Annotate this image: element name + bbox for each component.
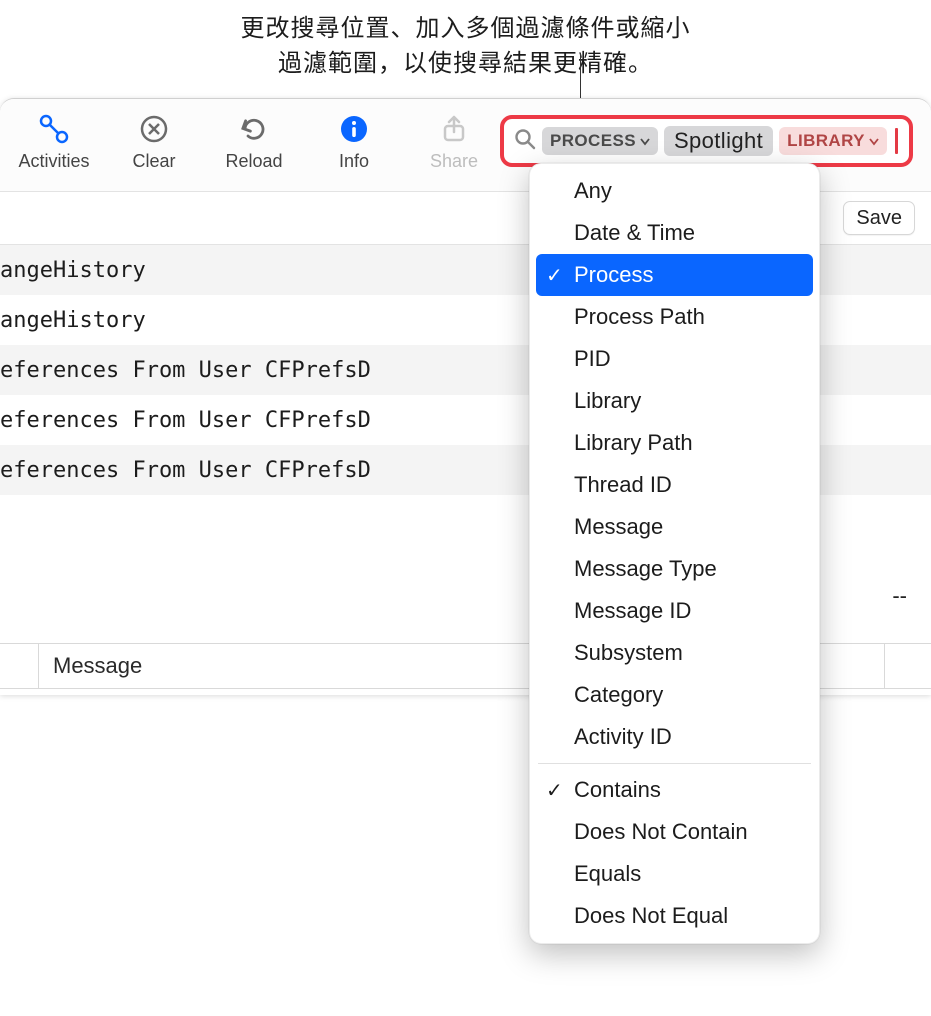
- menu-item-label: Activity ID: [574, 724, 672, 750]
- filter-token-field[interactable]: PROCESS: [542, 127, 658, 155]
- menu-item-label: Thread ID: [574, 472, 672, 498]
- menu-item[interactable]: ✓ Contains: [536, 769, 813, 811]
- activities-button[interactable]: Activities: [18, 111, 90, 172]
- menu-item-label: Date & Time: [574, 220, 695, 246]
- activities-icon: [36, 111, 72, 147]
- menu-item[interactable]: Process Path: [536, 296, 813, 338]
- log-cell: eferences From User CFPrefsD: [0, 358, 371, 383]
- menu-item-label: Equals: [574, 861, 641, 887]
- menu-item[interactable]: Any: [536, 170, 813, 212]
- clear-button[interactable]: Clear: [118, 111, 190, 172]
- chevron-down-icon: [869, 131, 879, 151]
- info-button[interactable]: Info: [318, 111, 390, 172]
- menu-item-label: Any: [574, 178, 612, 204]
- column-divider: [884, 644, 885, 688]
- menu-item-label: Library: [574, 388, 641, 414]
- menu-item[interactable]: Thread ID: [536, 464, 813, 506]
- menu-item-label: Library Path: [574, 430, 693, 456]
- menu-item-label: Category: [574, 682, 663, 708]
- menu-item[interactable]: Message Type: [536, 548, 813, 590]
- toolbar-items: Activities Clear Reload Info: [0, 99, 500, 172]
- menu-item[interactable]: Equals: [536, 853, 813, 895]
- menu-item[interactable]: PID: [536, 338, 813, 380]
- log-cell: angeHistory: [0, 258, 146, 283]
- filter-token-field-2-label: LIBRARY: [787, 131, 865, 151]
- filter-dropdown-menu: Any Date & Time ✓ Process Process Path PID Lib…: [529, 163, 820, 944]
- menu-item[interactable]: Message: [536, 506, 813, 548]
- filter-token-value[interactable]: Spotlight: [664, 126, 773, 156]
- share-label: Share: [430, 151, 478, 172]
- menu-item[interactable]: Message ID: [536, 590, 813, 632]
- chevron-down-icon: [640, 131, 650, 151]
- menu-item[interactable]: Does Not Contain: [536, 811, 813, 853]
- menu-item-label: Contains: [574, 777, 661, 803]
- menu-item[interactable]: Subsystem: [536, 632, 813, 674]
- clear-label: Clear: [132, 151, 175, 172]
- menu-item-label: Message Type: [574, 556, 717, 582]
- menu-item-label: Message: [574, 514, 663, 540]
- menu-item[interactable]: Activity ID: [536, 716, 813, 758]
- activities-label: Activities: [18, 151, 89, 172]
- reload-button[interactable]: Reload: [218, 111, 290, 172]
- callout-text: 更改搜尋位置、加入多個過濾條件或縮小 過濾範圍，以使搜尋結果更精確。: [0, 8, 931, 78]
- callout-line-2: 過濾範圍，以使搜尋結果更精確。: [0, 43, 931, 78]
- menu-item-label: Message ID: [574, 598, 691, 624]
- clear-icon: [136, 111, 172, 147]
- menu-item[interactable]: Category: [536, 674, 813, 716]
- save-button-label: Save: [856, 207, 902, 229]
- detail-placeholder: --: [892, 583, 907, 609]
- check-icon: ✓: [546, 778, 563, 803]
- menu-item-label: Subsystem: [574, 640, 683, 666]
- menu-item-label: Does Not Equal: [574, 903, 728, 929]
- filter-token-field-2[interactable]: LIBRARY: [779, 127, 887, 155]
- menu-item-label: Process Path: [574, 304, 705, 330]
- menu-item-label: Does Not Contain: [574, 819, 748, 845]
- share-icon: [436, 111, 472, 147]
- menu-item[interactable]: Library Path: [536, 422, 813, 464]
- menu-separator: [538, 763, 811, 764]
- callout-line-1: 更改搜尋位置、加入多個過濾條件或縮小: [0, 8, 931, 43]
- menu-item[interactable]: ✓ Process: [536, 254, 813, 296]
- info-label: Info: [339, 151, 369, 172]
- share-button: Share: [418, 111, 490, 172]
- reload-icon: [236, 111, 272, 147]
- text-caret: [895, 128, 898, 154]
- check-icon: ✓: [546, 263, 563, 288]
- menu-item[interactable]: Does Not Equal: [536, 895, 813, 937]
- search-icon: [514, 128, 536, 155]
- menu-item-label: Process: [574, 262, 653, 288]
- filter-token-field-label: PROCESS: [550, 131, 636, 151]
- reload-label: Reload: [225, 151, 282, 172]
- info-icon: [336, 111, 372, 147]
- menu-item-label: PID: [574, 346, 611, 372]
- menu-item[interactable]: Library: [536, 380, 813, 422]
- menu-item[interactable]: Date & Time: [536, 212, 813, 254]
- search-area: PROCESS Spotlight LIBRARY: [500, 99, 931, 167]
- log-cell: eferences From User CFPrefsD: [0, 458, 371, 483]
- filter-token-value-text: Spotlight: [674, 128, 763, 154]
- log-cell: eferences From User CFPrefsD: [0, 408, 371, 433]
- log-cell: angeHistory: [0, 308, 146, 333]
- save-button[interactable]: Save: [843, 201, 915, 235]
- search-field[interactable]: PROCESS Spotlight LIBRARY: [500, 115, 913, 167]
